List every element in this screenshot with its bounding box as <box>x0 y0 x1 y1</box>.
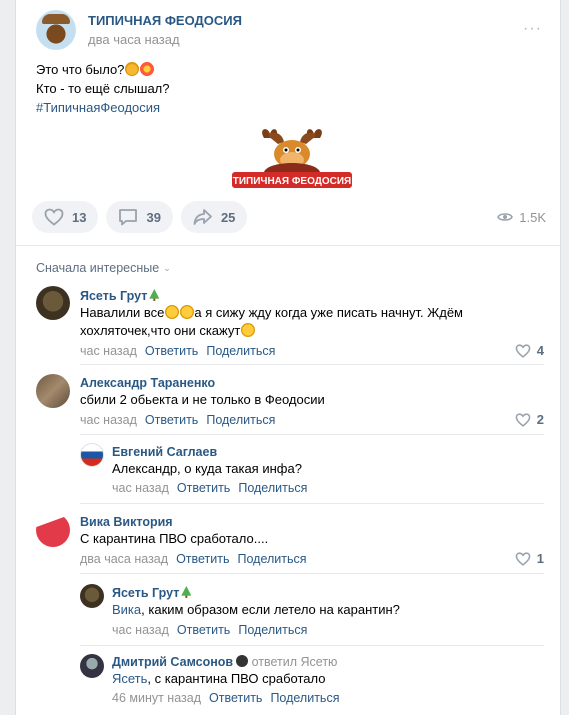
comment-time[interactable]: 46 минут назад <box>112 691 201 705</box>
reply-link[interactable]: Ответить <box>145 344 198 358</box>
comment-like-count: 4 <box>536 343 544 358</box>
post-time[interactable]: два часа назад <box>88 32 242 47</box>
comment-time[interactable]: час назад <box>80 413 137 427</box>
comment-time[interactable]: два часа назад <box>80 552 168 566</box>
comment-meta: час назад Ответить Поделиться <box>80 413 275 427</box>
share-link[interactable]: Поделиться <box>270 691 339 705</box>
comment-text: Ясеть, с карантина ПВО сработало <box>112 671 326 686</box>
comment-like-count: 1 <box>536 551 544 566</box>
comment-time[interactable]: час назад <box>80 344 137 358</box>
logo-text: ТИПИЧНАЯ ФЕОДОСИЯ <box>233 176 351 187</box>
share-count: 25 <box>220 209 236 225</box>
comment-text: сбили 2 обьекта и не только в Феодосии <box>80 392 325 407</box>
share-link[interactable]: Поделиться <box>238 552 307 566</box>
reply-link[interactable]: Ответить <box>209 691 262 705</box>
share-link[interactable]: Поделиться <box>238 623 307 637</box>
comment-meta: час назад Ответить Поделиться <box>112 623 307 637</box>
comment-button[interactable]: 39 <box>106 201 173 233</box>
like-count: 13 <box>72 209 87 225</box>
avatar[interactable] <box>36 374 70 408</box>
views-count: 1.5K <box>519 209 546 225</box>
share-icon <box>193 209 212 225</box>
post-header-text: ТИПИЧНАЯ ФЕОДОСИЯ два часа назад <box>88 13 242 47</box>
heart-icon <box>515 412 531 427</box>
christmas-tree-icon <box>181 586 192 598</box>
post-actions: 13 39 25 1.5K <box>32 200 546 234</box>
divider <box>80 573 544 574</box>
comment-author[interactable]: Дмитрий Самсонов ответил Ясетю <box>112 655 337 669</box>
comment-meta: час назад Ответить Поделиться <box>112 481 307 495</box>
comment-author[interactable]: Ясеть Грут <box>112 586 192 600</box>
heart-icon <box>44 208 64 226</box>
group-avatar[interactable] <box>36 10 76 50</box>
rofl-emoji-icon <box>165 305 180 319</box>
comment-meta: два часа назад Ответить Поделиться <box>80 552 307 566</box>
mention-link[interactable]: Вика <box>112 602 141 617</box>
divider <box>80 645 544 646</box>
avatar[interactable] <box>80 654 104 678</box>
group-name[interactable]: ТИПИЧНАЯ ФЕОДОСИЯ <box>88 13 242 28</box>
comment-time[interactable]: час назад <box>112 481 169 495</box>
replied-to[interactable]: ответил Ясетю <box>252 655 338 669</box>
avatar[interactable] <box>36 286 70 320</box>
views-counter: 1.5K <box>497 210 546 225</box>
comment-text: Вика, каким образом если летело на каран… <box>112 602 400 617</box>
share-button[interactable]: 25 <box>180 201 248 233</box>
reply-link[interactable]: Ответить <box>145 413 198 427</box>
heart-icon <box>515 343 531 358</box>
avatar[interactable] <box>80 443 104 467</box>
comment-author[interactable]: Александр Тараненко <box>80 376 215 390</box>
comment-like-button[interactable]: 1 <box>515 551 544 566</box>
rofl-emoji-icon <box>241 323 256 337</box>
more-options-icon[interactable]: ··· <box>523 20 542 38</box>
comment-text: С карантина ПВО сработало.... <box>80 531 269 546</box>
comment-author[interactable]: Вика Виктория <box>80 515 173 529</box>
bomb-icon <box>236 655 249 667</box>
comment-text: Александр, о куда такая инфа? <box>112 461 302 476</box>
reply-link[interactable]: Ответить <box>177 623 230 637</box>
comment-count: 39 <box>146 209 161 225</box>
reply-link[interactable]: Ответить <box>176 552 229 566</box>
comment-text: Навалили все а я сижу жду когда уже писат… <box>80 305 463 320</box>
comment-like-button[interactable]: 2 <box>515 412 544 427</box>
share-link[interactable]: Поделиться <box>238 481 307 495</box>
eye-icon <box>497 213 514 221</box>
post-text-line2: Кто - то ещё слышал? <box>36 81 170 96</box>
like-button[interactable]: 13 <box>32 201 99 233</box>
comment-icon <box>119 209 138 226</box>
divider <box>80 503 544 504</box>
chevron-down-icon: ⌄ <box>163 262 171 273</box>
sort-label: Сначала интересные <box>36 261 160 275</box>
comment-like-button[interactable]: 4 <box>515 343 544 358</box>
post-header: ТИПИЧНАЯ ФЕОДОСИЯ два часа назад <box>36 10 242 50</box>
flushed-emoji-icon <box>125 62 140 76</box>
share-link[interactable]: Поделиться <box>206 413 275 427</box>
avatar[interactable] <box>80 584 104 608</box>
divider <box>80 364 544 365</box>
comment-author[interactable]: Евгений Саглаев <box>112 445 217 459</box>
heart-icon <box>515 551 531 566</box>
rofl-emoji-icon <box>180 305 195 319</box>
comments-sort-dropdown[interactable]: Сначала интересные ⌄ <box>36 261 171 275</box>
mention-link[interactable]: Ясеть <box>112 671 147 686</box>
divider <box>80 434 544 435</box>
comment-meta: час назад Ответить Поделиться <box>80 344 275 358</box>
christmas-tree-icon <box>149 289 160 301</box>
comment-like-count: 2 <box>536 412 544 427</box>
divider <box>16 245 560 246</box>
reply-link[interactable]: Ответить <box>177 481 230 495</box>
post-image-logo[interactable]: ТИПИЧНАЯ ФЕОДОСИЯ <box>224 124 360 190</box>
post-text-line1: Это что было? <box>36 62 125 77</box>
comment-meta: 46 минут назад Ответить Поделиться <box>112 691 339 705</box>
post-hashtag[interactable]: #ТипичнаяФеодосия <box>36 98 170 117</box>
share-link[interactable]: Поделиться <box>206 344 275 358</box>
avatar[interactable] <box>36 513 70 547</box>
post-card: ТИПИЧНАЯ ФЕОДОСИЯ два часа назад ··· Это… <box>15 0 561 715</box>
explosion-emoji-icon <box>140 62 155 76</box>
post-text: Это что было? Кто - то ещё слышал? #Типи… <box>36 60 170 117</box>
comment-text-line2: хохляточек,что они скажут <box>80 322 256 340</box>
comment-author[interactable]: Ясеть Грут <box>80 289 160 303</box>
comment-time[interactable]: час назад <box>112 623 169 637</box>
